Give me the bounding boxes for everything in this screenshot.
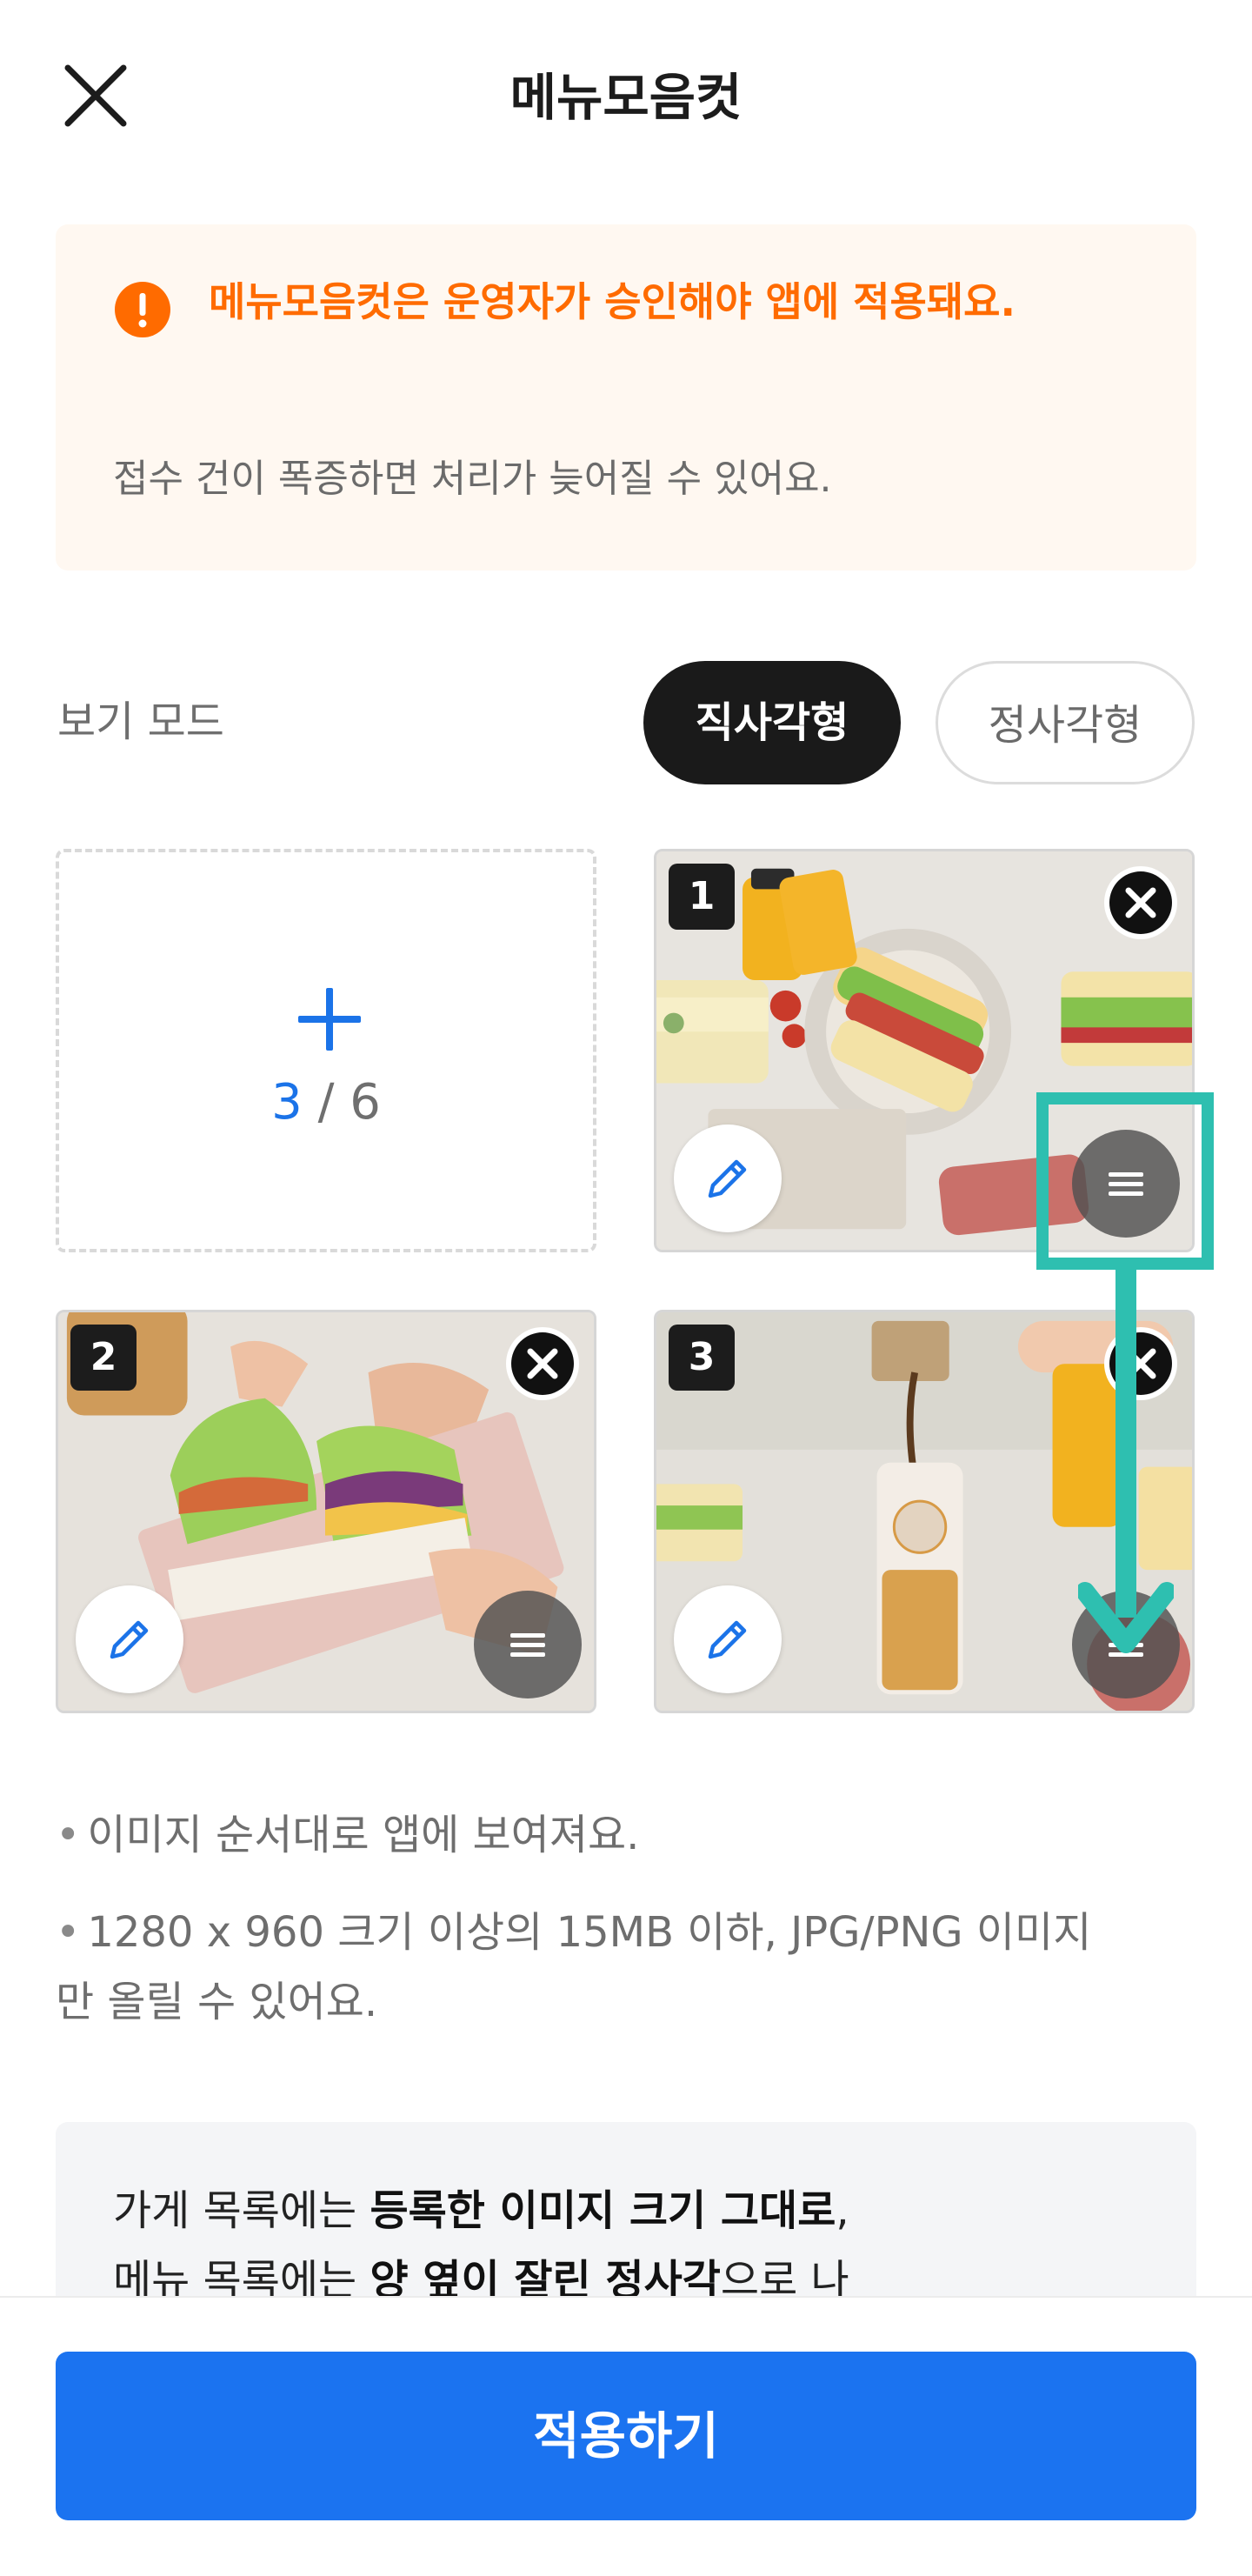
drag-handle-icon — [510, 1633, 545, 1657]
pencil-icon — [708, 1159, 747, 1198]
edit-photo-button[interactable] — [76, 1585, 183, 1693]
guideline-text: 1280 x 960 크기 이상의 15MB 이하, JPG/PNG 이미지 — [87, 1908, 1092, 1957]
drag-handle-icon — [1109, 1172, 1143, 1196]
reorder-handle[interactable] — [474, 1591, 582, 1698]
plus-icon — [298, 988, 361, 1051]
info-emphasis: 등록한 이미지 크기 그대로 — [370, 2186, 836, 2235]
add-photo-tile[interactable]: 3 / 6 — [56, 849, 596, 1252]
exclamation-circle-icon — [115, 282, 170, 337]
header: 메뉴모음컷 — [0, 0, 1252, 191]
guideline-text: 만 올릴 수 있어요. — [56, 1978, 378, 2026]
close-circle-icon — [506, 1327, 579, 1400]
photo-number-badge: 2 — [70, 1325, 137, 1391]
close-circle-icon — [1104, 1327, 1177, 1400]
photo-count-current: 3 — [271, 1074, 303, 1131]
notice-description: 접수 건이 폭증하면 처리가 늦어질 수 있어요. — [113, 457, 832, 501]
photo-number-badge: 1 — [669, 864, 735, 930]
bottom-action-bar: 적용하기 — [0, 2296, 1252, 2576]
view-mode-square-button[interactable]: 정사각형 — [936, 661, 1195, 784]
edit-photo-button[interactable] — [674, 1585, 782, 1693]
view-mode-label: 보기 모드 — [57, 697, 224, 746]
info-line-1: 가게 목록에는 등록한 이미지 크기 그대로, — [113, 2186, 849, 2235]
photo-count-separator: / — [302, 1074, 350, 1131]
apply-button[interactable]: 적용하기 — [56, 2352, 1196, 2520]
close-circle-icon — [1104, 866, 1177, 939]
photo-tile-2[interactable]: 2 — [56, 1310, 596, 1713]
photo-count: 3 / 6 — [59, 1068, 593, 1138]
delete-photo-button[interactable] — [503, 1325, 582, 1403]
edit-photo-button[interactable] — [674, 1124, 782, 1232]
page-title: 메뉴모음컷 — [509, 68, 743, 127]
pencil-icon — [708, 1620, 747, 1659]
photo-count-max: 6 — [350, 1074, 381, 1131]
guideline-item-continuation: 만 올릴 수 있어요. — [56, 1967, 1186, 2037]
delete-photo-button[interactable] — [1102, 1325, 1180, 1403]
reorder-handle[interactable] — [1072, 1130, 1180, 1238]
guideline-text: 이미지 순서대로 앱에 보여져요. — [87, 1811, 640, 1859]
reorder-handle[interactable] — [1072, 1591, 1180, 1698]
photo-number-badge: 3 — [669, 1325, 735, 1391]
guideline-item: • 이미지 순서대로 앱에 보여져요. — [56, 1811, 640, 1859]
photo-tile-3[interactable]: 3 — [654, 1310, 1195, 1713]
guideline-item: • 1280 x 960 크기 이상의 15MB 이하, JPG/PNG 이미지 — [56, 1908, 1092, 1957]
photo-tile-1[interactable]: 1 — [654, 849, 1195, 1252]
notice-title: 메뉴모음컷은 운영자가 승인해야 앱에 적용돼요. — [209, 278, 1016, 325]
approval-notice: 메뉴모음컷은 운영자가 승인해야 앱에 적용돼요. 접수 건이 폭증하면 처리가… — [56, 224, 1196, 571]
drag-handle-icon — [1109, 1633, 1143, 1657]
pencil-icon — [110, 1620, 149, 1659]
view-mode-rectangle-button[interactable]: 직사각형 — [643, 661, 901, 784]
delete-photo-button[interactable] — [1102, 864, 1180, 942]
